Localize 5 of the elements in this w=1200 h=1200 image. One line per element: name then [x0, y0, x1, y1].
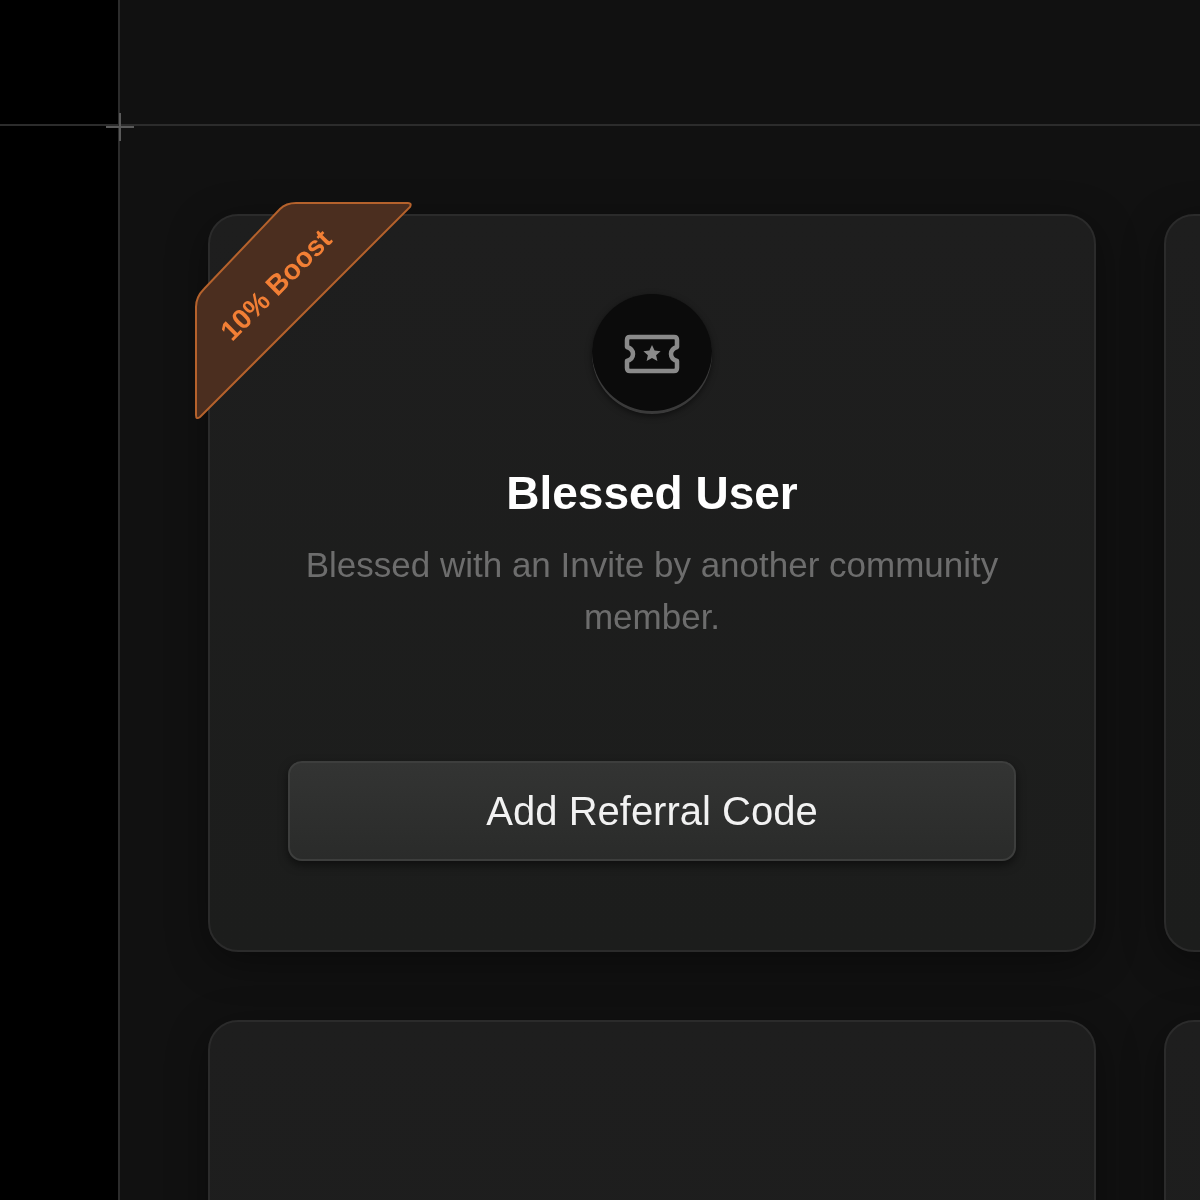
card-title: Blessed User [505, 466, 799, 521]
add-referral-code-button[interactable]: Add Referral Code [288, 761, 1016, 862]
ticket-star-icon [624, 334, 680, 374]
card-description: Blessed with an Invite by another community member. [304, 544, 1000, 639]
crosshair-icon [104, 111, 136, 143]
